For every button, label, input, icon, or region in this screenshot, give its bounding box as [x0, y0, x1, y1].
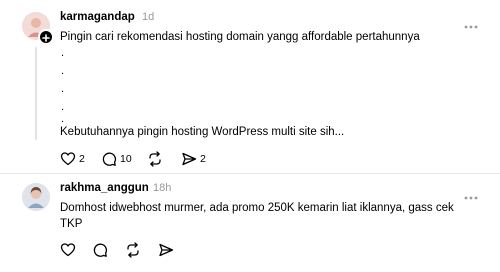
post-text-line: Pingin cari rekomendasi hosting domain y… [60, 31, 420, 43]
post-time: 1d [142, 11, 155, 23]
like-button[interactable]: 2 [60, 151, 85, 167]
post-text-line: . [61, 47, 65, 59]
username[interactable]: rakhma_anggun [60, 182, 149, 194]
avatar-person-icon [22, 183, 50, 211]
post-text-line: . [61, 65, 65, 77]
avatar[interactable] [22, 183, 50, 211]
post-text-line: Kebutuhannya pingin hosting WordPress mu… [60, 126, 345, 138]
post-text-line: . [61, 83, 65, 95]
post-time: 18h [153, 182, 172, 194]
reply-count: 10 [120, 153, 132, 165]
follow-button[interactable] [38, 29, 54, 45]
post-text: Domhost idwebhost murmer, ada promo 250K… [60, 202, 454, 230]
thread-line [35, 47, 37, 140]
heart-icon [60, 243, 76, 257]
follow-plus-icon [42, 34, 50, 42]
share-button[interactable]: 2 [181, 151, 206, 167]
repost-icon [149, 151, 161, 167]
more-options-button[interactable] [464, 187, 478, 200]
reply-button[interactable] [92, 242, 108, 258]
share-count: 2 [200, 153, 206, 165]
more-horizontal-icon [464, 25, 478, 29]
more-horizontal-icon [464, 196, 478, 200]
comment-icon [93, 243, 107, 257]
heart-icon [60, 152, 76, 166]
username[interactable]: karmagandap [60, 11, 135, 23]
comment-icon [102, 152, 116, 166]
reply-button[interactable]: 10 [101, 151, 132, 167]
share-icon [159, 243, 174, 257]
like-count: 2 [79, 153, 85, 165]
post-karmagandap: karmagandap 1d Pingin cari rekomendasi h… [0, 0, 500, 173]
share-button[interactable] [158, 242, 174, 258]
like-button[interactable] [60, 242, 76, 258]
more-options-button[interactable] [464, 16, 478, 29]
repost-icon [127, 242, 139, 258]
share-icon [182, 152, 197, 166]
post-text-line: . [61, 101, 65, 113]
repost-button[interactable] [147, 151, 163, 167]
repost-button[interactable] [125, 242, 141, 258]
